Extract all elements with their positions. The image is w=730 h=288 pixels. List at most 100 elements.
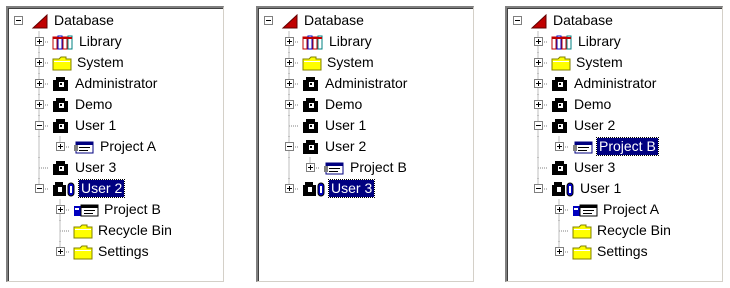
tree-node[interactable]: Administrator xyxy=(507,74,722,94)
tree-node-label[interactable]: Database xyxy=(302,12,366,29)
tree-node-label[interactable]: Administrator xyxy=(73,75,159,92)
expand-button[interactable] xyxy=(35,100,44,109)
collapse-button[interactable] xyxy=(285,142,294,151)
tree-node[interactable]: Library xyxy=(507,32,722,52)
collapse-button[interactable] xyxy=(14,16,23,25)
tree-node-label[interactable]: User 2 xyxy=(572,117,617,134)
tree-node[interactable]: User 2 xyxy=(8,179,223,199)
tree-node-label[interactable]: Project A xyxy=(98,138,158,155)
tree-node-label[interactable]: Settings xyxy=(96,243,151,260)
tree-node[interactable]: User 2 xyxy=(507,116,722,136)
tree-node[interactable]: Project A xyxy=(507,200,722,220)
tree-node[interactable]: System xyxy=(507,53,722,73)
expand-button[interactable] xyxy=(285,37,294,46)
tree-node-label[interactable]: Settings xyxy=(595,243,650,260)
expand-button[interactable] xyxy=(56,205,65,214)
tree-node[interactable]: Recycle Bin xyxy=(507,221,722,241)
collapse-button[interactable] xyxy=(534,184,543,193)
expand-button[interactable] xyxy=(306,163,315,172)
user-active-icon xyxy=(551,181,575,197)
tree-node-label[interactable]: User 2 xyxy=(323,138,368,155)
tree-node[interactable]: User 3 xyxy=(8,158,223,178)
expand-button[interactable] xyxy=(555,205,564,214)
expand-button[interactable] xyxy=(35,37,44,46)
tree-node[interactable]: Administrator xyxy=(258,74,473,94)
collapse-button[interactable] xyxy=(35,121,44,130)
tree-node-label[interactable]: Administrator xyxy=(323,75,409,92)
expand-button[interactable] xyxy=(555,142,564,151)
tree-node[interactable]: User 3 xyxy=(258,179,473,199)
books-icon xyxy=(551,34,573,50)
expand-button[interactable] xyxy=(35,58,44,67)
tree-view: Database Library System Administrator Demo Us… xyxy=(507,8,722,281)
tree-node[interactable]: Recycle Bin xyxy=(8,221,223,241)
tree-node-label[interactable]: Library xyxy=(77,33,124,50)
tree-node-label[interactable]: Demo xyxy=(323,96,364,113)
tree-node-label[interactable]: Database xyxy=(52,12,116,29)
expand-button[interactable] xyxy=(285,79,294,88)
tree-node-label[interactable]: User 1 xyxy=(323,117,368,134)
user-icon xyxy=(551,97,569,113)
collapse-button[interactable] xyxy=(264,16,273,25)
tree-node-label[interactable]: Library xyxy=(327,33,374,50)
tree-node[interactable]: User 2 xyxy=(258,137,473,157)
tree-node-label[interactable]: Demo xyxy=(73,96,114,113)
tree-node[interactable]: Project B xyxy=(8,200,223,220)
expand-button[interactable] xyxy=(35,79,44,88)
database-icon xyxy=(530,13,548,29)
tree-node-label[interactable]: Database xyxy=(551,12,615,29)
expand-button[interactable] xyxy=(285,58,294,67)
tree-node[interactable]: Library xyxy=(258,32,473,52)
tree-node[interactable]: Project A xyxy=(8,137,223,157)
tree-node-label[interactable]: Project B xyxy=(102,201,163,218)
tree-node-label[interactable]: User 1 xyxy=(578,180,623,197)
expand-button[interactable] xyxy=(534,100,543,109)
expand-button[interactable] xyxy=(285,184,294,193)
tree-node[interactable]: User 3 xyxy=(507,158,722,178)
tree-node[interactable]: User 1 xyxy=(507,179,722,199)
tree-node-label[interactable]: User 3 xyxy=(73,159,118,176)
collapse-button[interactable] xyxy=(534,121,543,130)
tree-node-label[interactable]: Recycle Bin xyxy=(595,222,673,239)
tree-node-label[interactable]: User 3 xyxy=(327,179,376,198)
tree-node[interactable]: Database xyxy=(258,11,473,31)
tree-node[interactable]: Settings xyxy=(507,242,722,262)
tree-node-label[interactable]: Project B xyxy=(348,159,409,176)
tree-node[interactable]: System xyxy=(8,53,223,73)
tree-node[interactable]: Project B xyxy=(507,137,722,157)
tree-node-label[interactable]: Library xyxy=(576,33,623,50)
tree-node-label[interactable]: Project A xyxy=(601,201,661,218)
expand-button[interactable] xyxy=(56,247,65,256)
expand-button[interactable] xyxy=(56,142,65,151)
tree-node[interactable]: User 1 xyxy=(258,116,473,136)
tree-node-label[interactable]: System xyxy=(325,54,376,71)
tree-node-label[interactable]: User 1 xyxy=(73,117,118,134)
tree-panel-2: Database Library System Administrator Demo Us… xyxy=(256,6,474,282)
tree-node-label[interactable]: Recycle Bin xyxy=(96,222,174,239)
tree-node-label[interactable]: Project B xyxy=(596,137,659,156)
tree-node[interactable]: Demo xyxy=(507,95,722,115)
tree-node-label[interactable]: User 3 xyxy=(572,159,617,176)
expand-button[interactable] xyxy=(534,58,543,67)
tree-node-label[interactable]: System xyxy=(75,54,126,71)
expand-button[interactable] xyxy=(534,37,543,46)
tree-node[interactable]: Database xyxy=(8,11,223,31)
tree-node-label[interactable]: User 2 xyxy=(77,179,126,198)
tree-node[interactable]: Demo xyxy=(258,95,473,115)
tree-node[interactable]: Library xyxy=(8,32,223,52)
tree-node[interactable]: Administrator xyxy=(8,74,223,94)
expand-button[interactable] xyxy=(555,247,564,256)
tree-node-label[interactable]: System xyxy=(574,54,625,71)
tree-node[interactable]: Demo xyxy=(8,95,223,115)
collapse-button[interactable] xyxy=(35,184,44,193)
tree-node-label[interactable]: Administrator xyxy=(572,75,658,92)
expand-button[interactable] xyxy=(285,100,294,109)
tree-node[interactable]: Project B xyxy=(258,158,473,178)
tree-node-label[interactable]: Demo xyxy=(572,96,613,113)
tree-node[interactable]: Settings xyxy=(8,242,223,262)
tree-node[interactable]: System xyxy=(258,53,473,73)
expand-button[interactable] xyxy=(534,79,543,88)
collapse-button[interactable] xyxy=(513,16,522,25)
tree-node[interactable]: User 1 xyxy=(8,116,223,136)
tree-node[interactable]: Database xyxy=(507,11,722,31)
